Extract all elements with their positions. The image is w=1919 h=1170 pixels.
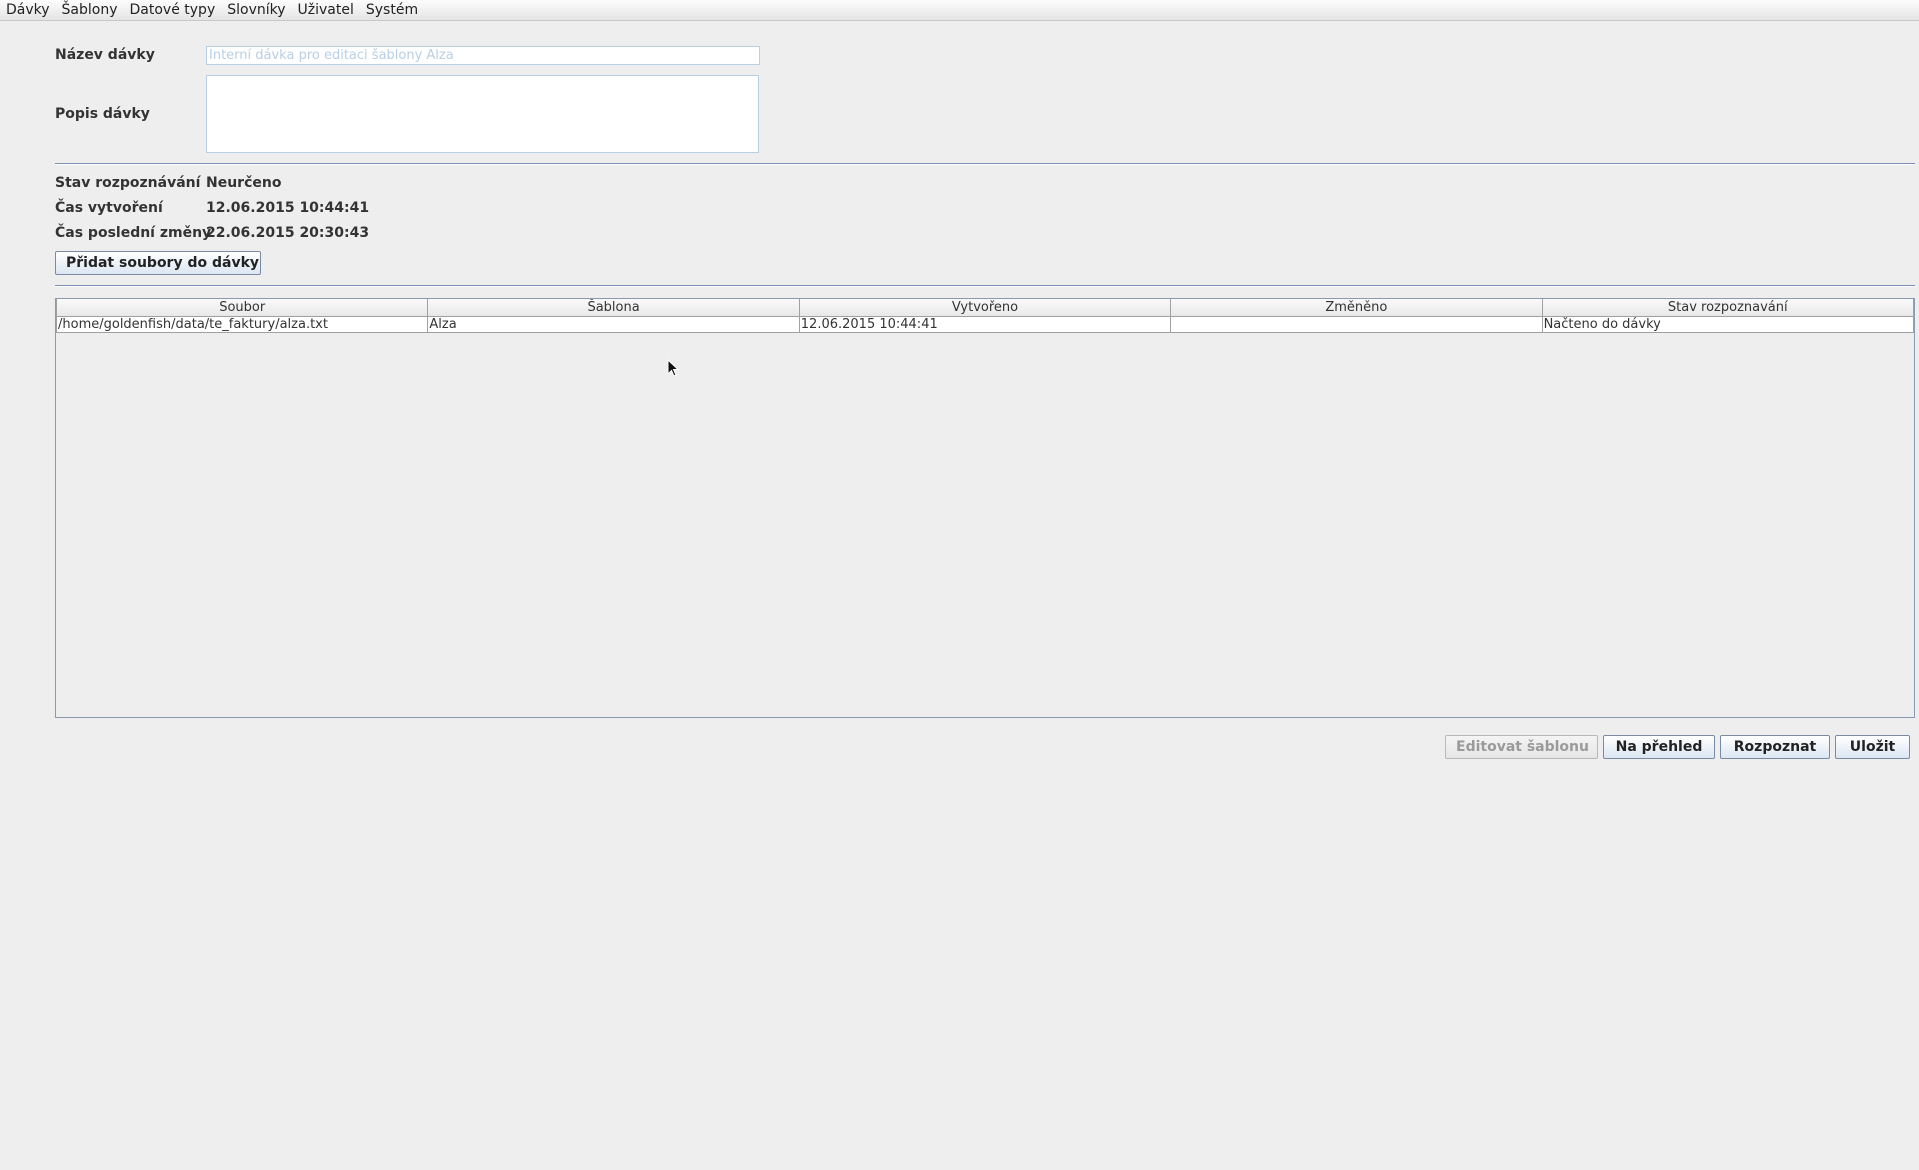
edit-template-button[interactable]: Editovat šablonu bbox=[1445, 735, 1598, 759]
overview-button[interactable]: Na přehled bbox=[1603, 735, 1715, 759]
save-button[interactable]: Uložit bbox=[1835, 735, 1910, 759]
menu-slovniky[interactable]: Slovníky bbox=[221, 0, 291, 20]
cell-modified[interactable] bbox=[1170, 316, 1543, 333]
table-row[interactable]: /home/goldenfish/data/te_faktury/alza.tx… bbox=[56, 316, 1914, 333]
column-header-stav[interactable]: Stav rozpoznavání bbox=[1541, 299, 1914, 317]
recognition-status-label: Stav rozpoznávání bbox=[55, 175, 201, 191]
cell-file[interactable]: /home/goldenfish/data/te_faktury/alza.tx… bbox=[56, 316, 429, 333]
menu-system[interactable]: Systém bbox=[360, 0, 424, 20]
column-header-zmeneno[interactable]: Změněno bbox=[1170, 299, 1543, 317]
menu-davky[interactable]: Dávky bbox=[0, 0, 56, 20]
recognition-status-value: Neurčeno bbox=[206, 175, 282, 191]
modified-time-value: 22.06.2015 20:30:43 bbox=[206, 225, 370, 241]
mouse-cursor-icon bbox=[667, 359, 680, 377]
batch-name-input[interactable] bbox=[206, 46, 760, 65]
table-header-row: Soubor Šablona Vytvořeno Změněno Stav ro… bbox=[56, 299, 1914, 317]
menu-datove-typy[interactable]: Datové typy bbox=[124, 0, 222, 20]
recognize-button[interactable]: Rozpoznat bbox=[1720, 735, 1830, 759]
files-table[interactable]: Soubor Šablona Vytvořeno Změněno Stav ro… bbox=[55, 298, 1915, 718]
separator-top bbox=[55, 163, 1915, 165]
modified-time-label: Čas poslední změny bbox=[55, 225, 212, 241]
cell-template[interactable]: Alza bbox=[427, 316, 800, 333]
separator-bottom bbox=[55, 285, 1915, 287]
batch-name-label: Název dávky bbox=[55, 47, 155, 63]
column-header-soubor[interactable]: Soubor bbox=[56, 299, 429, 317]
add-files-button[interactable]: Přidat soubory do dávky bbox=[55, 251, 261, 275]
menu-sablony[interactable]: Šablony bbox=[56, 0, 124, 20]
column-header-vytvoreno[interactable]: Vytvořeno bbox=[798, 299, 1172, 317]
menu-bar: Dávky Šablony Datové typy Slovníky Uživa… bbox=[0, 0, 1919, 21]
cell-created[interactable]: 12.06.2015 10:44:41 bbox=[798, 316, 1172, 333]
created-time-value: 12.06.2015 10:44:41 bbox=[206, 200, 370, 216]
batch-description-textarea[interactable] bbox=[206, 75, 759, 153]
batch-description-label: Popis dávky bbox=[55, 106, 150, 122]
menu-uzivatel[interactable]: Uživatel bbox=[292, 0, 360, 20]
column-header-sablona[interactable]: Šablona bbox=[427, 299, 800, 317]
created-time-label: Čas vytvoření bbox=[55, 200, 163, 216]
cell-status[interactable]: Načteno do dávky bbox=[1541, 316, 1914, 333]
